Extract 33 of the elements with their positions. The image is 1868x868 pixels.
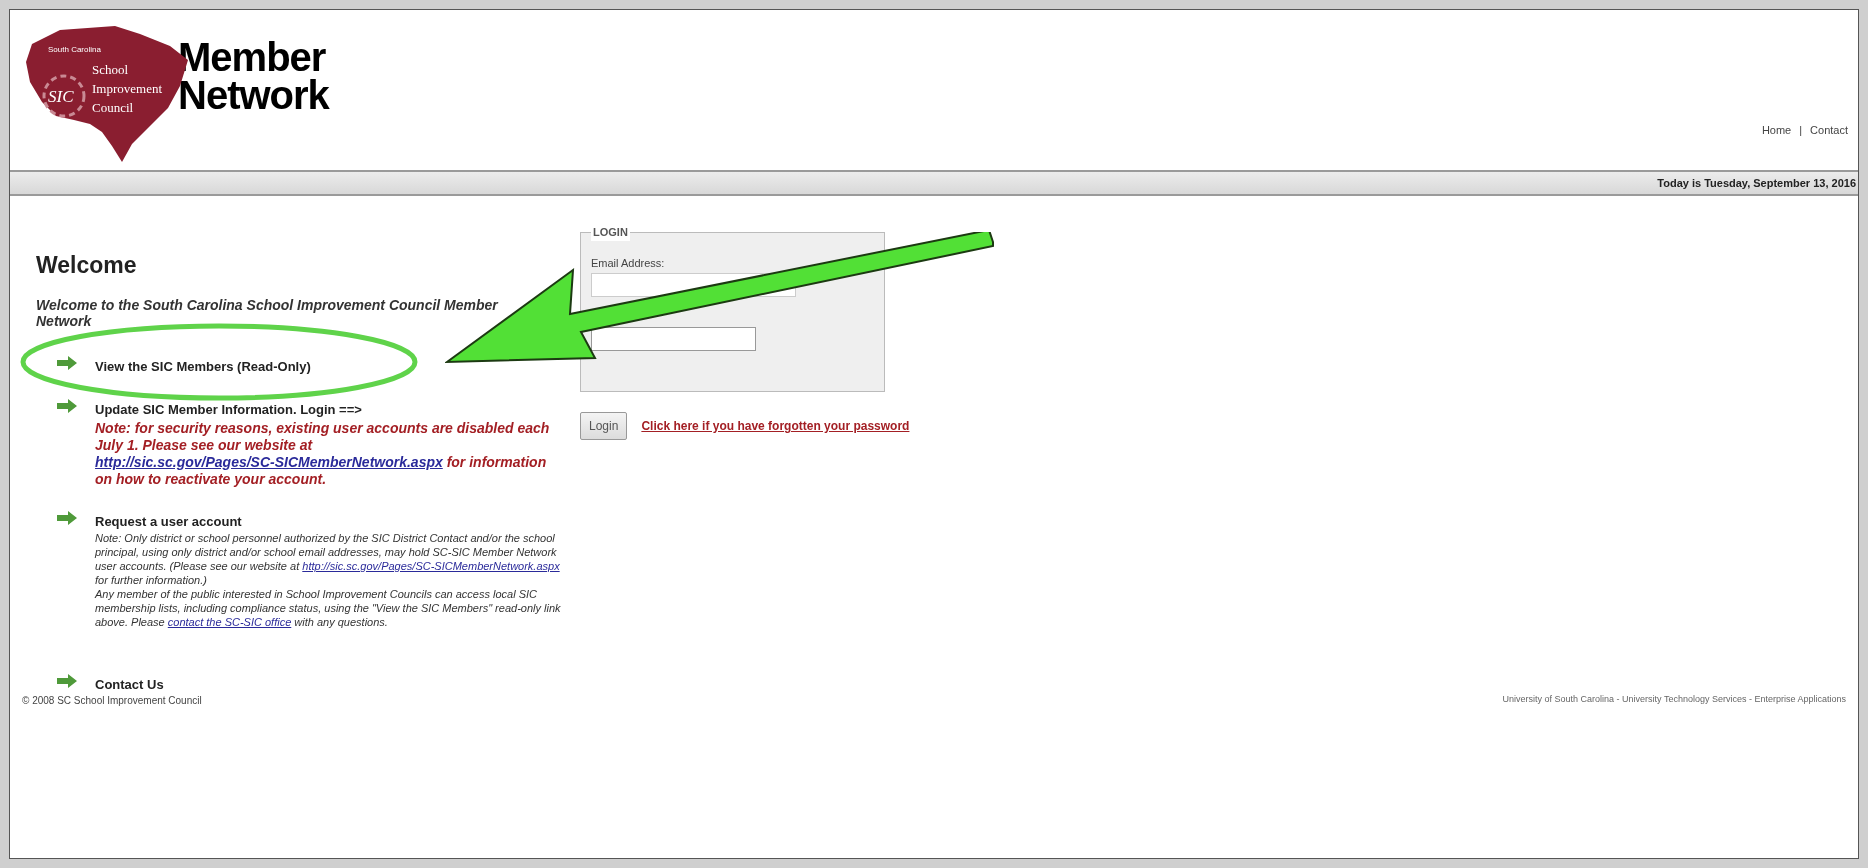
arrow-icon bbox=[56, 398, 78, 414]
website-link[interactable]: http://sic.sc.gov/Pages/SC-SICMemberNetwork.aspx bbox=[95, 453, 443, 470]
note-text: Note: for security reasons, existing user accounts are disabled each July 1. Please see our website at http://sic.sc.gov/Pages/SC-SICMemberNetwork.aspx for information on how to reactivate your account. bbox=[95, 419, 551, 488]
site-title: Network bbox=[178, 76, 329, 114]
logo-emblem: SIC bbox=[48, 86, 74, 108]
logo-text: South Carolina bbox=[48, 44, 101, 56]
field-label: Email Address: bbox=[591, 255, 666, 271]
date-text: Today is Tuesday, September 13, 2016 bbox=[1657, 175, 1856, 191]
welcome-text: Welcome to the South Carolina School Improvement Council Member Network bbox=[36, 296, 500, 329]
password-field[interactable] bbox=[591, 327, 756, 351]
website-link[interactable]: http://sic.sc.gov/Pages/SC-SICMemberNetwork.aspx bbox=[302, 560, 560, 572]
credits-text: University of South Carolina - University Technology Services - Enterprise Applications bbox=[1502, 693, 1846, 706]
nav-separator: | bbox=[1799, 123, 1803, 138]
arrow-icon bbox=[56, 354, 78, 371]
logo-text: Improvement bbox=[92, 80, 163, 98]
note-text: Note: Only district or school personnel authorized by the SIC District Contact and/or the school principal, using only district and/or school email addresses, may hold SC-SIC Member Network user accounts. (Please see our website at http://sic.sc.gov/Pages/SC-SICMemberNetwork.aspx for further information.) bbox=[95, 531, 561, 587]
logo-text: Council bbox=[92, 99, 135, 117]
menu-link[interactable]: View the SIC Members (Read-Only) bbox=[95, 356, 311, 376]
welcome-heading: Welcome bbox=[36, 251, 138, 280]
menu-link[interactable]: Request a user account bbox=[95, 511, 565, 531]
logo-text: School bbox=[92, 61, 130, 79]
nav-link[interactable]: Contact bbox=[1810, 122, 1848, 139]
copyright-text: © 2008 SC School Improvement Council bbox=[22, 694, 202, 708]
menu-link[interactable]: Update SIC Member Information. Login ==> bbox=[95, 400, 555, 420]
arrow-icon bbox=[56, 509, 78, 526]
website-link[interactable]: contact the SC-SIC office bbox=[167, 616, 292, 628]
arrow-icon bbox=[56, 673, 78, 689]
menu-link[interactable]: Contact Us bbox=[95, 675, 164, 695]
forgot-password-link[interactable]: Click here if you have forgotten your password bbox=[641, 417, 910, 435]
site-title: Member bbox=[178, 38, 327, 76]
nav-link[interactable]: Home bbox=[1761, 122, 1792, 139]
login-button[interactable]: Login bbox=[580, 412, 628, 440]
note-text: Any member of the public interested in School Improvement Councils can access local SIC membership lists, including compliance status, using the "View the SIC Members" read-only link above. Please contact the SC-SIC office with any questions. bbox=[95, 587, 562, 629]
